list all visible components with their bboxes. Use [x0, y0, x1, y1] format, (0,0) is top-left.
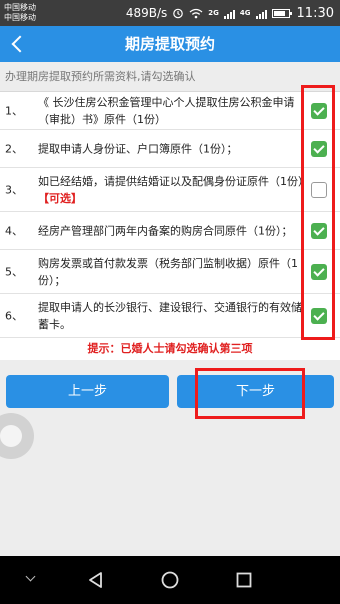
item-text: 经房产管理部门两年内备案的购房合同原件（1份）；	[38, 224, 293, 237]
item-number: 5、	[5, 265, 23, 278]
circle-home-icon[interactable]	[160, 570, 180, 590]
item-text: 提取申请人身份证、户口簿原件（1份）；	[38, 142, 238, 155]
annotation-box-checkboxes	[301, 85, 335, 340]
list-item-6: 6、 提取申请人的长沙银行、建设银行、交通银行的有效储蓄卡。	[0, 294, 340, 338]
item-number: 4、	[5, 224, 23, 237]
item-number: 6、	[5, 309, 23, 322]
annotation-box-next-button	[195, 368, 305, 419]
app-header: 期房提取预约	[0, 26, 340, 62]
square-recent-icon[interactable]	[234, 570, 254, 590]
item-number: 3、	[5, 183, 23, 196]
item-text-wrapper: 如已经结婚，请提供结婚证以及配偶身份证原件（1份） 【可选】	[38, 173, 309, 207]
instruction-text: 办理期房提取预约所需资料,请勾选确认	[0, 62, 340, 92]
status-indicators: 489B/s 2G 4G 11:30	[126, 0, 334, 26]
list-item-2: 2、 提取申请人身份证、户口簿原件（1份）；	[0, 130, 340, 168]
item-number: 1、	[5, 104, 23, 117]
chevron-down-icon[interactable]	[22, 570, 42, 590]
network-speed: 489B/s	[125, 6, 168, 20]
battery-icon	[271, 8, 292, 18]
document-list: 1、 《 长沙住房公积金管理中心个人提取住房公积金申请（审批）书》原件（1份） …	[0, 92, 340, 338]
triangle-back-icon[interactable]	[86, 570, 106, 590]
item-text: 《 长沙住房公积金管理中心个人提取住房公积金申请（审批）书》原件（1份）	[38, 95, 295, 126]
network-type-1: 2G	[208, 9, 219, 17]
item-number: 2、	[5, 142, 23, 155]
system-nav-bar	[0, 556, 340, 604]
status-bar: 中国移动 中国移动 489B/s 2G 4G 11:30	[0, 0, 340, 26]
list-item-4: 4、 经房产管理部门两年内备案的购房合同原件（1份）；	[0, 212, 340, 250]
list-item-1: 1、 《 长沙住房公积金管理中心个人提取住房公积金申请（审批）书》原件（1份）	[0, 92, 340, 130]
alarm-icon	[173, 8, 184, 19]
network-type-2: 4G	[239, 9, 251, 17]
clock-time: 11:30	[296, 5, 334, 21]
carrier-label-2: 中国移动	[4, 13, 36, 22]
list-item-5: 5、 购房发票或首付款发票（税务部门监制收据）原件（1份）；	[0, 250, 340, 294]
optional-tag: 【可选】	[38, 191, 82, 205]
wifi-icon	[189, 8, 203, 18]
prev-step-button[interactable]: 上一步	[6, 375, 169, 408]
list-item-3: 3、 如已经结婚，请提供结婚证以及配偶身份证原件（1份） 【可选】	[0, 168, 340, 212]
item-text: 提取申请人的长沙银行、建设银行、交通银行的有效储蓄卡。	[38, 300, 302, 331]
page-title: 期房提取预约	[124, 35, 215, 53]
carrier-label-1: 中国移动	[4, 3, 36, 12]
hint-text: 提示：已婚人士请勾选确认第三项	[87, 342, 253, 355]
signal-icon-2	[255, 8, 267, 19]
signal-icon-1	[223, 8, 235, 19]
item-text: 如已经结婚，请提供结婚证以及配偶身份证原件（1份）	[38, 174, 309, 188]
item-text: 购房发票或首付款发票（税务部门监制收据）原件（1份）；	[38, 256, 298, 287]
